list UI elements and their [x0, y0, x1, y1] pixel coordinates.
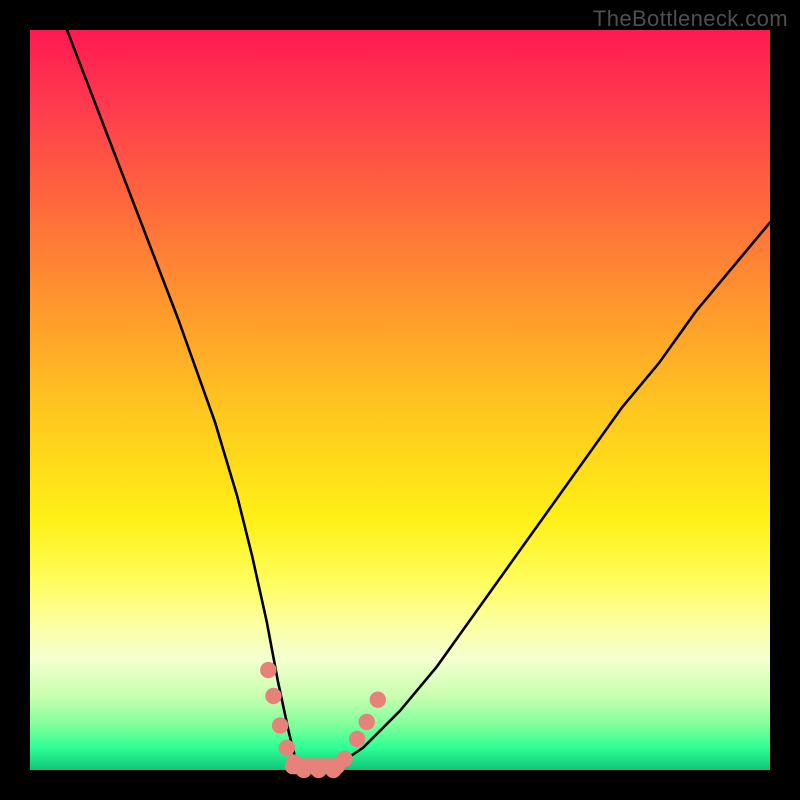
marker-point — [370, 692, 386, 708]
bottleneck-curve-path — [67, 30, 770, 770]
chart-svg — [30, 30, 770, 770]
marker-point — [359, 714, 375, 730]
marker-point — [260, 662, 276, 678]
marker-point — [310, 762, 326, 778]
marker-point — [279, 740, 295, 756]
marker-point — [296, 762, 312, 778]
marker-point — [272, 717, 288, 733]
chart-frame: TheBottleneck.com — [0, 0, 800, 800]
marker-point — [336, 751, 352, 767]
marker-point — [349, 731, 365, 747]
plot-area — [30, 30, 770, 770]
watermark-label: TheBottleneck.com — [593, 6, 788, 32]
bottleneck-curve — [67, 30, 770, 770]
marker-point — [265, 688, 281, 704]
